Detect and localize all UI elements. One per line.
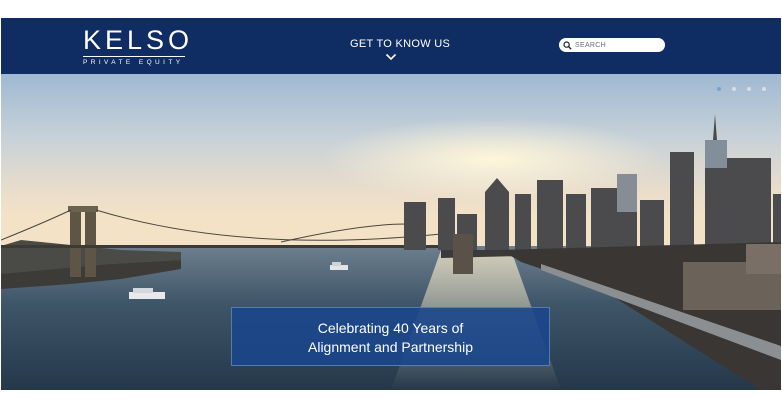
banner-line-2: Alignment and Partnership <box>308 339 473 355</box>
logo-divider <box>83 56 185 57</box>
slide-dot-1[interactable] <box>717 87 721 91</box>
anniversary-banner[interactable]: Celebrating 40 Years of Alignment and Pa… <box>231 307 550 366</box>
page-frame: KELSO PRIVATE EQUITY GET TO KNOW US SEAR… <box>1 18 781 390</box>
search-box[interactable] <box>559 38 665 52</box>
site-header: KELSO PRIVATE EQUITY GET TO KNOW US <box>1 18 781 74</box>
search-icon[interactable] <box>563 41 572 50</box>
slide-dot-4[interactable] <box>762 87 766 91</box>
banner-line-1: Celebrating 40 Years of <box>317 320 464 336</box>
slide-indicators <box>717 87 766 91</box>
chevron-down-icon[interactable] <box>385 53 397 61</box>
slide-dot-3[interactable] <box>747 87 751 91</box>
slide-dot-2[interactable] <box>732 87 736 91</box>
logo-wordmark: KELSO <box>83 25 194 55</box>
search-input[interactable] <box>575 38 659 52</box>
kelso-logo[interactable]: KELSO PRIVATE EQUITY <box>83 27 193 66</box>
logo-tagline: PRIVATE EQUITY <box>83 59 184 66</box>
hero-slideshow: Celebrating 40 Years of Alignment and Pa… <box>1 74 781 390</box>
nav-get-to-know-us[interactable]: GET TO KNOW US <box>350 38 450 50</box>
